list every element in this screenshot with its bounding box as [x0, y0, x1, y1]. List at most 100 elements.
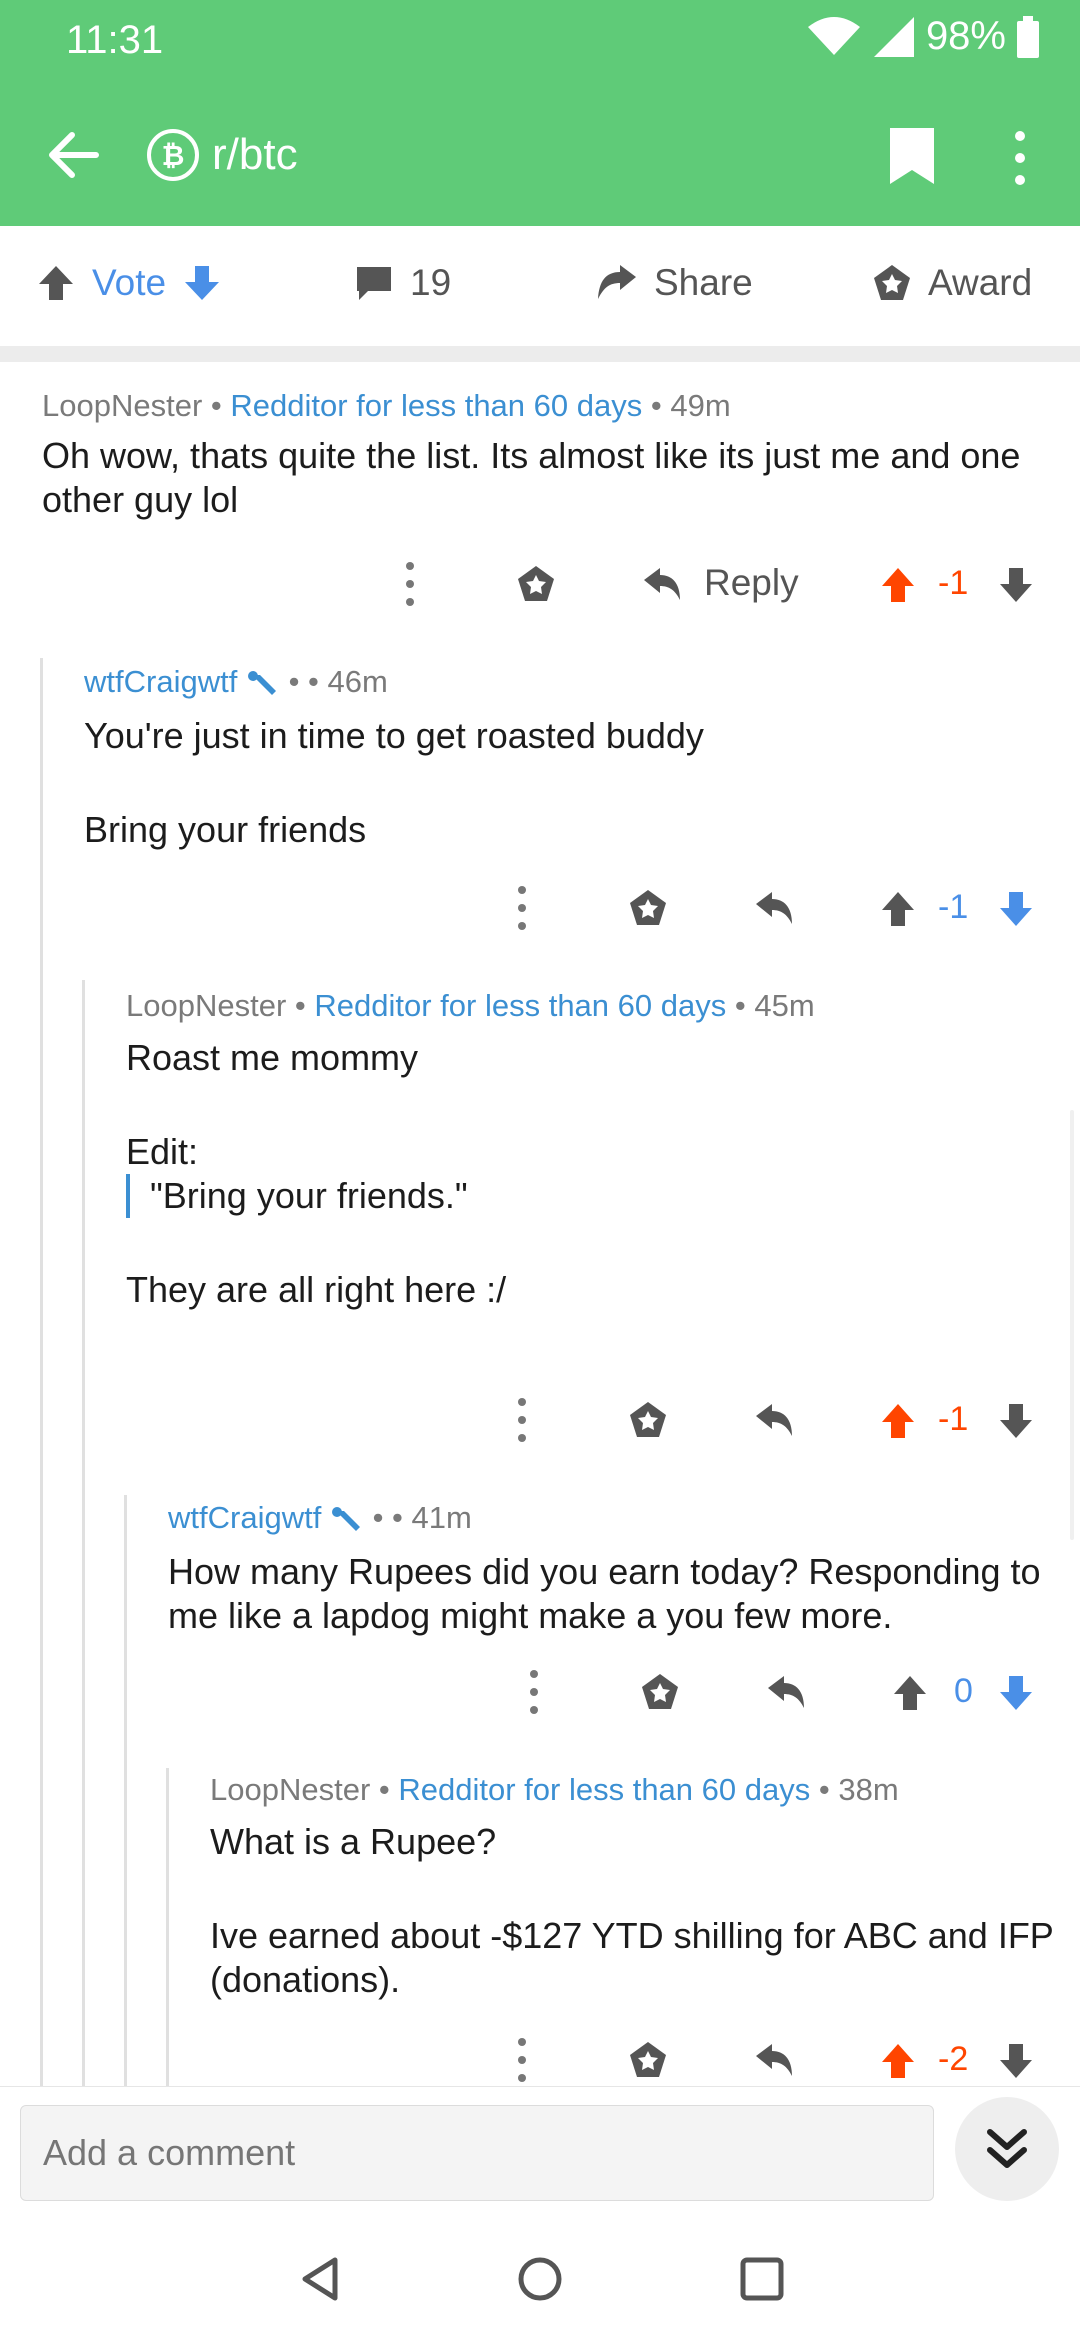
award-icon[interactable] — [640, 1672, 680, 1712]
more-vertical-icon[interactable] — [510, 2032, 534, 2086]
scrollbar[interactable] — [1070, 1110, 1074, 1540]
comment-text: Edit: — [126, 1131, 199, 1172]
comment-text: They are all right here :/ — [126, 1269, 507, 1310]
meta-separator: • — [650, 388, 662, 423]
award-button[interactable]: Award — [872, 262, 1032, 304]
comment-meta: wtfCraigwtf • • 46m — [84, 664, 1064, 700]
nav-home-icon[interactable] — [515, 2254, 565, 2304]
comment-age: 49m — [670, 388, 731, 423]
upvote-arrow-icon[interactable] — [36, 263, 76, 303]
award-icon[interactable] — [628, 888, 668, 928]
section-divider — [0, 346, 1080, 362]
comment-actions: Reply -1 — [0, 556, 1080, 616]
comment: wtfCraigwtf • • 41m How many Rupees did … — [168, 1500, 1068, 1638]
upvote-arrow-icon[interactable] — [880, 566, 916, 604]
comment-text: Oh wow, thats quite the list. Its almost… — [42, 435, 1021, 520]
meta-separator: • — [210, 388, 222, 423]
comment-body: How many Rupees did you earn today? Resp… — [168, 1550, 1068, 1638]
award-icon — [874, 265, 910, 300]
status-bar: 11:31 98% — [0, 0, 1080, 80]
status-time: 11:31 — [66, 18, 164, 62]
comment-text: Ive earned about -$127 YTD shilling for … — [210, 1915, 1054, 2000]
user-flair: Redditor for less than 60 days — [314, 988, 727, 1023]
comment-composer — [0, 2086, 1080, 2216]
more-vertical-icon[interactable] — [522, 1664, 546, 1720]
comment-author[interactable]: wtfCraigwtf — [168, 1500, 321, 1535]
jump-next-button[interactable] — [955, 2097, 1059, 2201]
comment-meta: LoopNester • Redditor for less than 60 d… — [42, 388, 1062, 424]
award-icon[interactable] — [628, 1400, 668, 1440]
reply-icon[interactable] — [754, 1402, 794, 1438]
comment-meta: wtfCraigwtf • • 41m — [168, 1500, 1068, 1536]
award-icon[interactable] — [628, 2040, 668, 2080]
meta-separator: • — [294, 988, 306, 1023]
upvote-arrow-icon[interactable] — [892, 1674, 928, 1712]
comment-text: What is a Rupee? — [210, 1821, 497, 1862]
comment-author[interactable]: wtfCraigwtf — [84, 664, 237, 699]
downvote-arrow-icon[interactable] — [998, 1674, 1034, 1712]
reply-icon[interactable] — [754, 890, 794, 926]
share-label: Share — [654, 262, 753, 303]
wrench-icon — [247, 670, 276, 695]
reply-icon[interactable] — [754, 2042, 794, 2078]
downvote-arrow-icon[interactable] — [998, 566, 1034, 604]
app-header: 11:31 98% ₿ r/btc — [0, 0, 1080, 226]
subreddit-name[interactable]: r/btc — [212, 130, 298, 180]
comment-body: Oh wow, thats quite the list. Its almost… — [42, 434, 1062, 522]
comment-author[interactable]: LoopNester — [126, 988, 286, 1023]
reply-icon[interactable] — [766, 1674, 806, 1710]
more-vertical-icon[interactable] — [510, 1392, 534, 1448]
comment-score: -1 — [938, 888, 969, 926]
svg-text:₿: ₿ — [162, 139, 185, 172]
comment-score: -1 — [938, 1400, 969, 1438]
comment-meta: LoopNester • Redditor for less than 60 d… — [210, 1772, 1070, 1808]
more-vertical-icon[interactable] — [1006, 128, 1034, 188]
comment-author[interactable]: LoopNester — [42, 388, 202, 423]
award-icon[interactable] — [516, 564, 556, 604]
battery-percent: 98% — [925, 14, 1006, 58]
downvote-arrow-icon[interactable] — [998, 1402, 1034, 1440]
comment-actions: -2 — [0, 2032, 1080, 2086]
meta-separator: • — [392, 1500, 403, 1535]
reply-label[interactable]: Reply — [704, 562, 799, 604]
downvote-arrow-icon[interactable] — [998, 2042, 1034, 2080]
comment-actions: 0 — [0, 1664, 1080, 1724]
battery-icon — [1017, 15, 1039, 58]
comment-score: 0 — [954, 1672, 973, 1710]
toolbar: ₿ r/btc — [0, 100, 1080, 210]
nav-recents-icon[interactable] — [737, 2254, 787, 2304]
more-vertical-icon[interactable] — [510, 880, 534, 936]
thread-line — [40, 658, 43, 2088]
bookmark-icon[interactable] — [884, 126, 940, 186]
comment-text: Bring your friends — [84, 809, 367, 850]
upvote-arrow-icon[interactable] — [880, 890, 916, 928]
comment-text: Roast me mommy — [126, 1037, 419, 1078]
downvote-arrow-icon[interactable] — [182, 263, 222, 303]
reply-icon[interactable] — [642, 566, 682, 602]
upvote-arrow-icon[interactable] — [880, 1402, 916, 1440]
meta-separator: • — [308, 664, 319, 699]
share-button[interactable]: Share — [596, 262, 753, 304]
user-flair: Redditor for less than 60 days — [230, 388, 643, 423]
share-arrow-icon — [598, 265, 636, 299]
back-arrow-icon[interactable] — [40, 122, 106, 188]
comment-body: Roast me mommy Edit: "Bring your friends… — [126, 1036, 1066, 1312]
comment-age: 45m — [754, 988, 815, 1023]
comment-age: 46m — [327, 664, 388, 699]
double-chevron-down-icon — [987, 2129, 1027, 2168]
vote-label: Vote — [92, 262, 167, 303]
comment-author[interactable]: LoopNester — [210, 1772, 370, 1807]
comments-button[interactable]: 19 — [354, 262, 451, 304]
comment: LoopNester • Redditor for less than 60 d… — [126, 988, 1066, 1312]
downvote-arrow-icon[interactable] — [998, 890, 1034, 928]
upvote-arrow-icon[interactable] — [880, 2042, 916, 2080]
more-vertical-icon[interactable] — [398, 556, 422, 612]
block-quote: "Bring your friends." — [126, 1174, 1066, 1218]
status-icons: 98% — [806, 14, 1040, 59]
meta-separator: • — [372, 1500, 384, 1535]
meta-separator: • — [378, 1772, 390, 1807]
comment-input[interactable] — [21, 2106, 933, 2200]
meta-separator: • — [288, 664, 300, 699]
nav-back-icon[interactable] — [295, 2254, 345, 2304]
comment-meta: LoopNester • Redditor for less than 60 d… — [126, 988, 1066, 1024]
